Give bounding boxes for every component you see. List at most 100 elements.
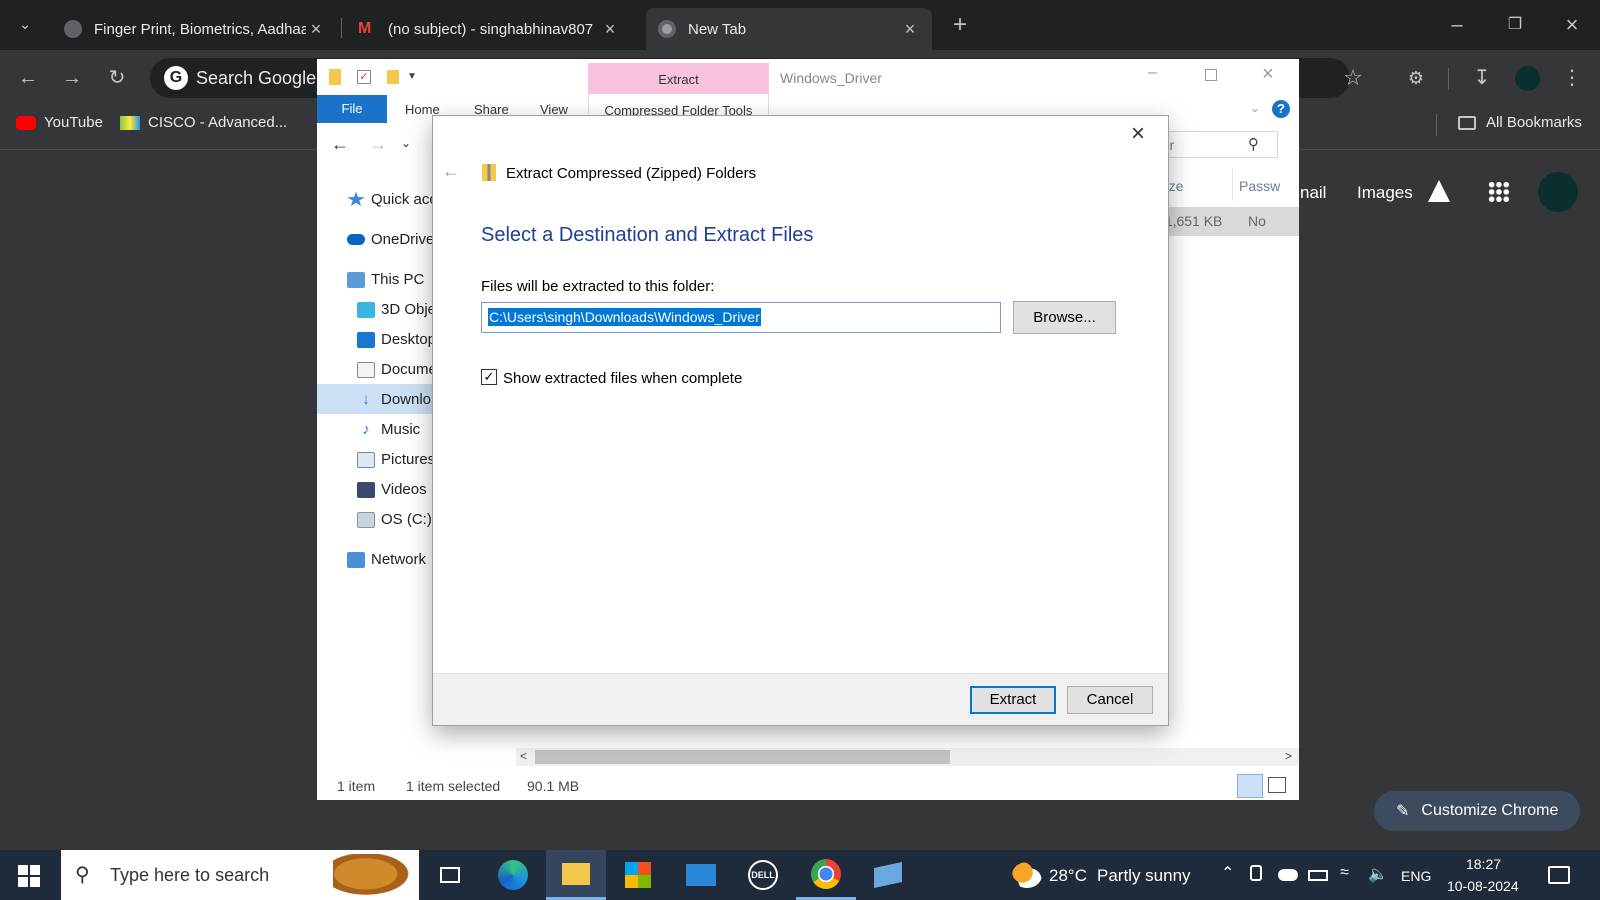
volume-icon[interactable]: 🔈 [1368,864,1388,884]
explorer-maximize-icon[interactable] [1205,69,1217,81]
close-window-icon[interactable]: × [1557,10,1587,40]
tab-new-tab[interactable]: New Tab × [646,8,932,50]
qat-dropdown-icon[interactable]: ▼ [407,71,417,82]
view-menu-tab[interactable]: View [540,102,568,117]
mail-icon[interactable] [671,850,731,900]
cancel-button[interactable]: Cancel [1067,686,1153,714]
forward-arrow-icon[interactable]: → [57,63,87,93]
details-view-icon[interactable] [1237,774,1263,798]
nav-os-c[interactable]: OS (C:) [357,511,432,528]
nav-label: Quick acc [371,191,437,208]
scrollbar-thumb[interactable] [535,750,950,764]
file-explorer-taskbar-icon[interactable] [546,850,606,900]
file-menu-tab[interactable]: File [317,95,387,123]
dialog-back-icon[interactable]: ← [442,161,460,182]
home-menu-tab[interactable]: Home [405,102,440,117]
store-icon[interactable] [608,850,668,900]
account-avatar[interactable] [1538,172,1578,212]
start-windows-icon[interactable] [18,865,40,887]
nav-label: Videos [381,481,427,498]
nav-onedrive[interactable]: OneDrive [347,231,434,248]
destination-path-input[interactable]: C:\Users\singh\Downloads\Windows_Driver [481,302,1001,333]
nav-this-pc[interactable]: This PC [347,271,424,288]
properties-qat-icon[interactable]: ✓ [357,70,371,84]
nav-videos[interactable]: Videos [357,481,427,498]
weather-temp[interactable]: 28°C [1049,866,1087,886]
battery-icon[interactable] [1308,870,1328,881]
nav-music[interactable]: ♪ Music [357,421,420,438]
dell-icon[interactable]: DELL [733,850,793,900]
nav-downloads[interactable]: ↓ Downlo [357,391,431,408]
scroll-left-icon[interactable]: < [520,749,527,763]
video-icon [357,481,375,498]
show-files-checkbox[interactable]: ✓ [481,369,497,385]
taskbar-search-box[interactable]: ⚲ Type here to search [61,850,419,900]
explorer-minimize-icon[interactable]: – [1148,64,1157,82]
extract-button[interactable]: Extract [970,686,1056,714]
explorer-forward-icon[interactable]: → [369,134,387,155]
nav-documents[interactable]: Docume [357,361,437,378]
tab-fingerprint[interactable]: Finger Print, Biometrics, Aadhaa × [52,8,338,50]
help-icon[interactable]: ? [1272,100,1290,118]
clock-time[interactable]: 18:27 [1466,856,1501,872]
chrome-menu-icon[interactable]: ⋮ [1557,63,1587,93]
nav-3d-objects[interactable]: 3D Obje [357,301,436,318]
task-view-icon[interactable] [420,850,480,900]
new-folder-qat-icon[interactable] [387,70,399,84]
browse-button[interactable]: Browse... [1013,301,1116,334]
customize-chrome-button[interactable]: ✎ Customize Chrome [1374,791,1580,831]
restore-icon[interactable]: ❐ [1500,10,1530,40]
pencil-icon: ✎ [1396,803,1410,820]
cisco-icon [120,115,140,130]
notifications-icon[interactable] [1548,866,1570,884]
tab-gmail[interactable]: M (no subject) - singhabhinav807 × [346,8,632,50]
profile-avatar[interactable] [1515,66,1540,91]
reload-icon[interactable]: ↻ [102,63,132,93]
ribbon-expand-icon[interactable]: ⌄ [1250,101,1260,115]
explorer-close-icon[interactable]: × [1262,63,1274,86]
new-tab-plus-icon[interactable]: + [945,10,975,40]
nav-pictures[interactable]: Pictures [357,451,435,468]
extract-context-tab[interactable]: Extract [588,63,769,94]
scroll-right-icon[interactable]: > [1285,749,1292,763]
meet-now-icon[interactable] [1250,865,1262,881]
clock-date[interactable]: 10-08-2024 [1447,878,1519,894]
bookmark-cisco[interactable]: CISCO - Advanced... [120,114,287,131]
all-bookmarks[interactable]: All Bookmarks [1458,114,1582,131]
horizontal-scrollbar[interactable]: < > [516,748,1299,766]
download-icon[interactable]: ↧ [1467,63,1497,93]
bookmark-star-icon[interactable]: ☆ [1338,63,1368,93]
explorer-back-icon[interactable]: ← [331,134,349,155]
close-tab-icon[interactable]: × [600,19,620,40]
images-link[interactable]: Images [1357,183,1413,203]
close-tab-icon[interactable]: × [306,19,326,40]
language-indicator[interactable]: ENG [1401,868,1431,884]
dialog-close-icon[interactable]: × [1131,120,1145,148]
tab-search-icon[interactable]: ⌄ [10,10,40,40]
nav-network[interactable]: Network [347,551,426,568]
apps-grid-icon[interactable] [1488,181,1510,203]
nav-desktop[interactable]: Desktop [357,331,436,348]
chrome-taskbar-icon[interactable] [796,850,856,900]
wifi-icon[interactable]: ≈ [1340,864,1349,882]
status-size: 90.1 MB [527,778,580,794]
extensions-icon[interactable]: ⚙ [1401,63,1431,93]
weather-sun-cloud-icon[interactable] [1012,862,1042,888]
dell-glyph: DELL [748,860,778,890]
nav-quick-access[interactable]: Quick acc [347,191,437,208]
back-arrow-icon[interactable]: ← [13,63,43,93]
weather-condition[interactable]: Partly sunny [1097,866,1191,886]
close-tab-icon[interactable]: × [900,19,920,40]
show-hidden-icons-icon[interactable]: ⌃ [1221,863,1234,883]
recent-dropdown-icon[interactable]: ⌄ [401,136,411,150]
gmail-link[interactable]: nail [1300,183,1326,203]
onedrive-tray-icon[interactable] [1278,869,1298,881]
remote-desktop-icon[interactable] [858,850,918,900]
large-icons-view-icon[interactable] [1268,777,1286,793]
edge-icon[interactable] [483,850,543,900]
share-menu-tab[interactable]: Share [474,102,509,117]
labs-flask-icon[interactable] [1428,180,1450,202]
column-header-password[interactable]: Passw [1239,178,1280,194]
bookmark-youtube[interactable]: YouTube [16,114,103,131]
minimize-icon[interactable]: – [1442,10,1472,40]
